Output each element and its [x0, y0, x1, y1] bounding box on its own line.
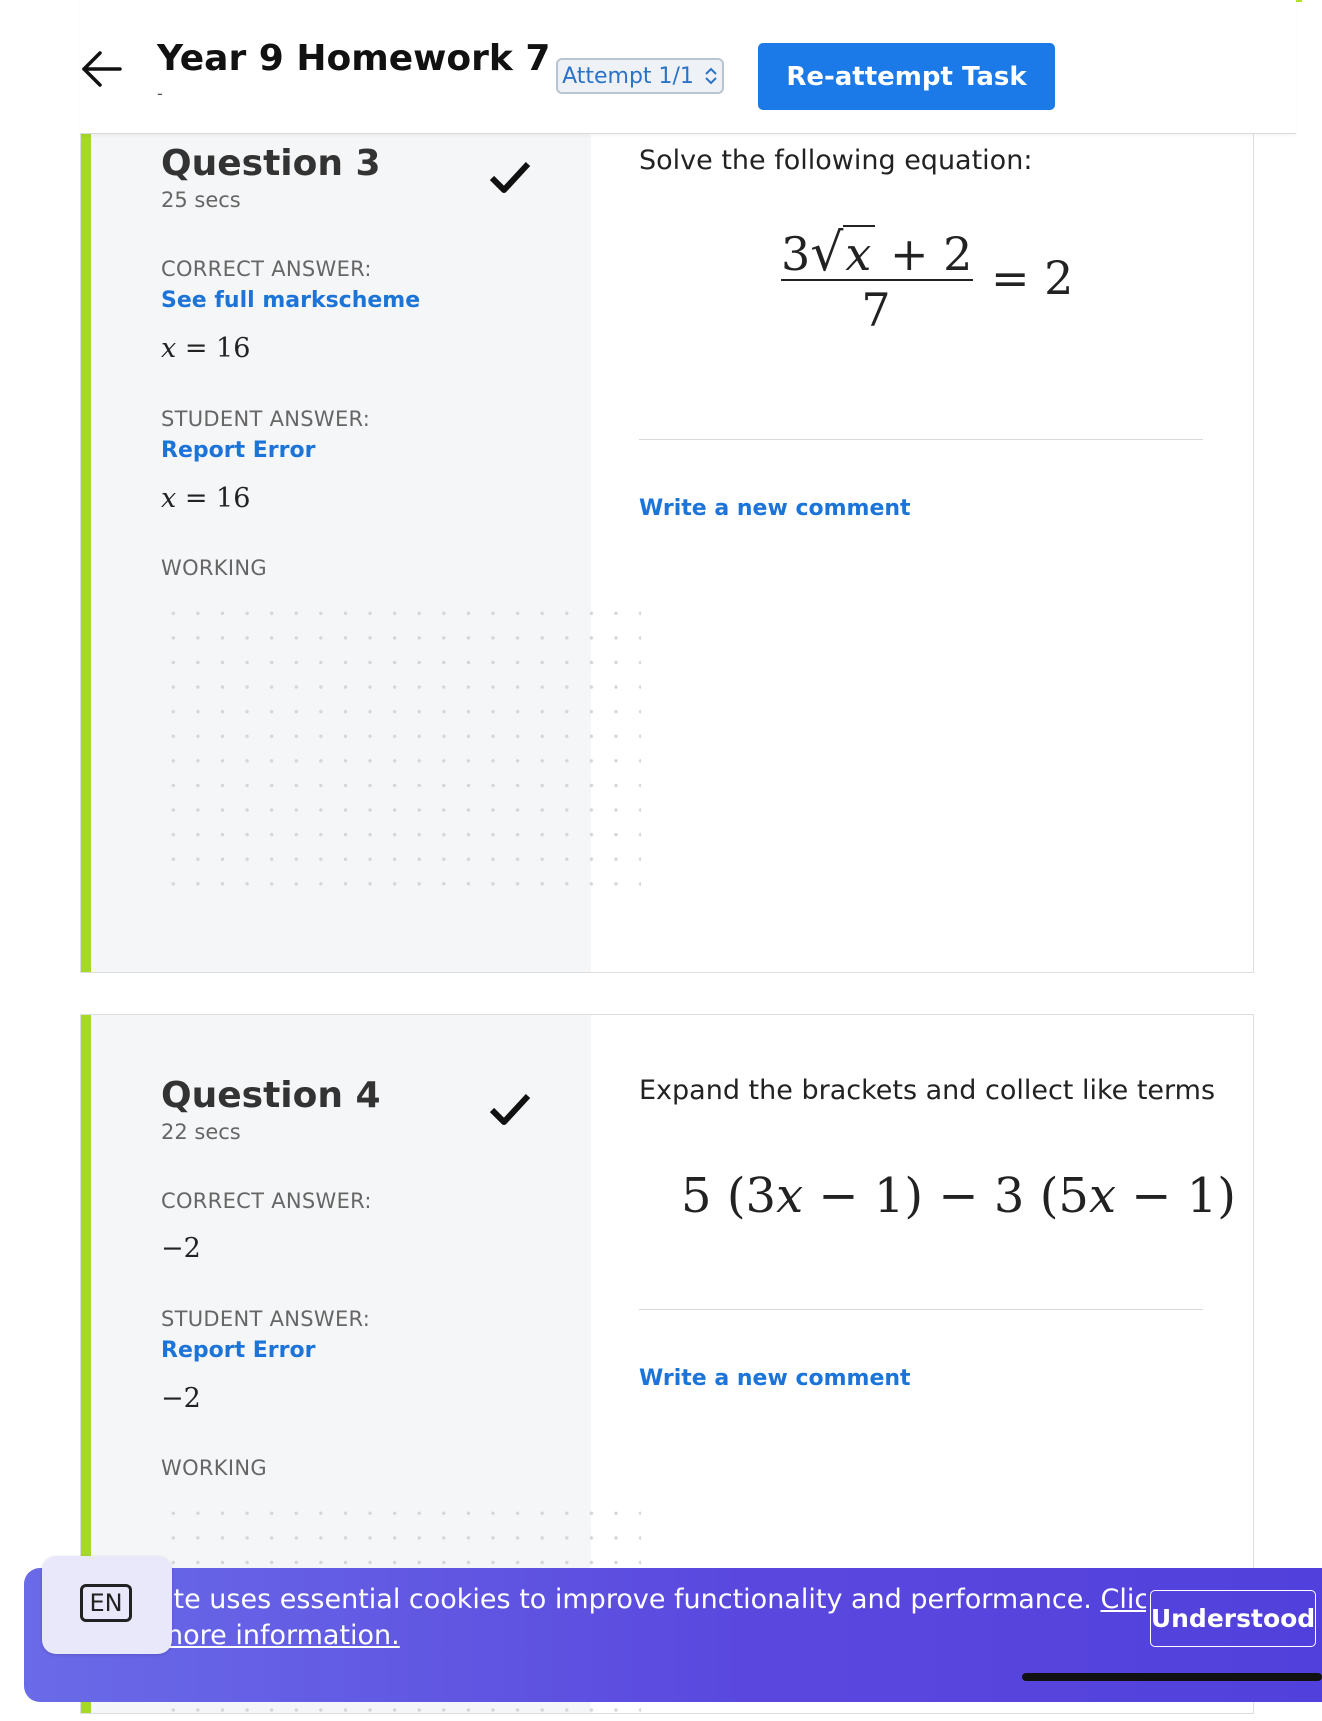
reattempt-task-button[interactable]: Re-attempt Task — [758, 43, 1055, 110]
updown-chevron-icon — [705, 67, 717, 85]
question-title: Question 4 — [161, 1075, 381, 1116]
question-equation: 3√x + 2 7 = 2 — [781, 223, 1081, 343]
student-answer-label: STUDENT ANSWER: — [161, 1307, 371, 1331]
cookie-more-info-link[interactable]: nore information. — [166, 1620, 400, 1651]
working-label: WORKING — [161, 1456, 267, 1480]
question-prompt: Solve the following equation: — [639, 145, 1033, 176]
write-comment-link[interactable]: Write a new comment — [639, 496, 911, 521]
horizontal-scrollbar[interactable] — [1022, 1673, 1322, 1681]
page-header: Year 9 Homework 7 - Attempt 1/1 Re-attem… — [80, 0, 1296, 134]
attempt-select-label: Attempt 1/1 — [562, 63, 694, 89]
student-answer-value: −2 — [161, 1383, 201, 1414]
comment-divider — [639, 1309, 1203, 1310]
question-prompt: Expand the brackets and collect like ter… — [639, 1075, 1216, 1106]
cookie-banner: ite uses essential cookies to improve fu… — [24, 1568, 1322, 1702]
question-expression: 5 (3x − 1) − 3 (5x − 1) — [681, 1168, 1237, 1224]
understood-button[interactable]: Understood — [1150, 1590, 1316, 1647]
correct-answer-value: −2 — [161, 1233, 201, 1264]
student-answer-label: STUDENT ANSWER: — [161, 407, 371, 431]
comment-divider — [639, 439, 1203, 440]
correct-answer-value: x = 16 — [161, 333, 251, 364]
cookie-info-link[interactable]: Click — [1100, 1584, 1146, 1615]
equation-denominator: 7 — [861, 283, 891, 337]
back-arrow-icon[interactable] — [80, 46, 126, 92]
equation-numerator: 3√x + 2 — [781, 223, 973, 283]
equation-rhs: = 2 — [991, 251, 1074, 305]
report-error-link[interactable]: Report Error — [161, 438, 315, 463]
card-accent-bar — [81, 133, 91, 972]
cookie-message: ite uses essential cookies to improve fu… — [166, 1582, 1146, 1654]
question-card-3: Question 3 25 secs CORRECT ANSWER: See f… — [80, 133, 1254, 973]
report-error-link[interactable]: Report Error — [161, 1338, 315, 1363]
check-icon — [489, 161, 531, 193]
question-title: Question 3 — [161, 143, 381, 184]
language-button[interactable]: EN — [80, 1584, 132, 1622]
question-time: 25 secs — [161, 188, 241, 212]
language-switcher: EN — [42, 1556, 172, 1654]
check-icon — [489, 1093, 531, 1125]
correct-answer-label: CORRECT ANSWER: — [161, 257, 372, 281]
page-subtitle: - — [157, 84, 163, 103]
student-answer-value: x = 16 — [161, 483, 251, 514]
question-time: 22 secs — [161, 1120, 241, 1144]
page-title: Year 9 Homework 7 — [157, 38, 551, 79]
fraction-bar — [781, 279, 973, 281]
correct-answer-label: CORRECT ANSWER: — [161, 1189, 372, 1213]
answer-panel: Question 3 25 secs CORRECT ANSWER: See f… — [91, 133, 641, 972]
working-area — [161, 601, 641, 903]
see-markscheme-link[interactable]: See full markscheme — [161, 288, 420, 313]
attempt-select[interactable]: Attempt 1/1 — [556, 58, 724, 94]
write-comment-link[interactable]: Write a new comment — [639, 1366, 911, 1391]
working-label: WORKING — [161, 556, 267, 580]
